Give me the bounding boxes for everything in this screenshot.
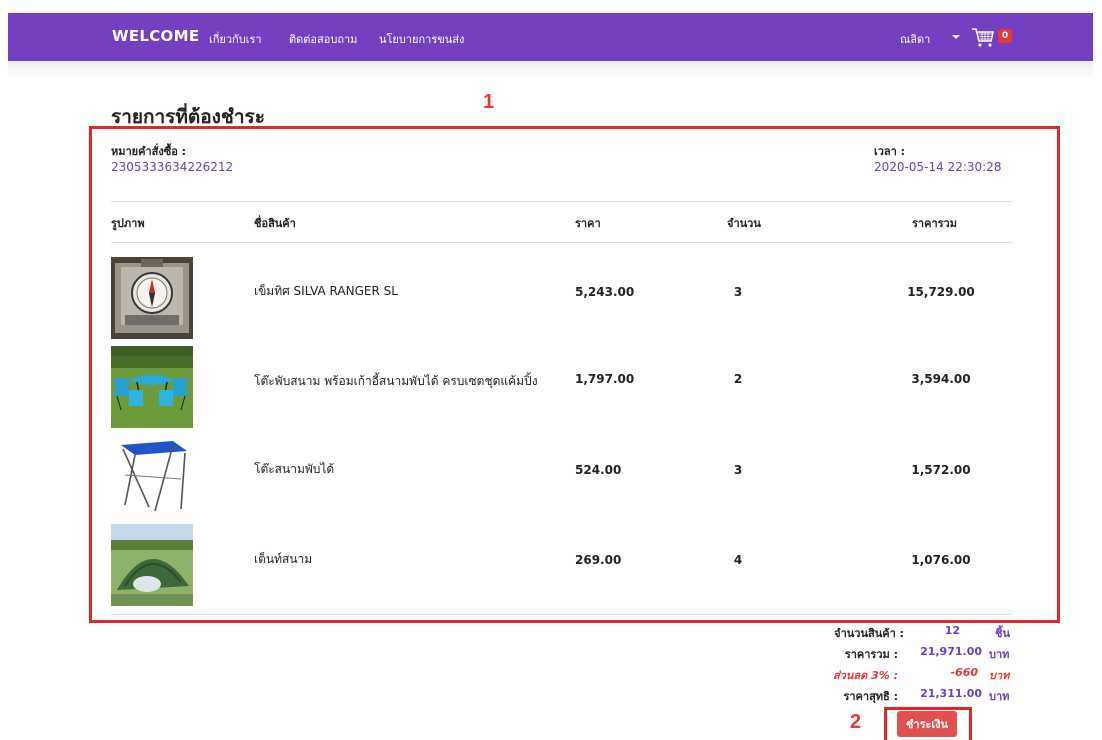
order-time-value: 2020-05-14 22:30:28 xyxy=(874,160,1002,174)
pay-button[interactable]: ชำระเงิน xyxy=(897,711,957,737)
column-header-price: ราคา xyxy=(575,217,601,230)
product-name: เต็นท์สนาม xyxy=(254,552,313,566)
column-header-product-name: ชื่อสินค้า xyxy=(254,217,296,230)
product-total: 15,729.00 xyxy=(907,285,975,299)
product-price: 5,243.00 xyxy=(575,285,635,299)
product-price: 524.00 xyxy=(575,463,622,477)
annotation-label-1: 1 xyxy=(483,91,495,113)
subtotal-value: 21,971.00 xyxy=(920,645,982,658)
divider xyxy=(111,242,1012,243)
order-number-label: หมายคำสั่งซื้อ : xyxy=(111,145,187,158)
product-total: 3,594.00 xyxy=(911,372,971,386)
product-name: เข็มทิศ SILVA RANGER SL xyxy=(254,284,398,298)
navbar-shadow xyxy=(8,61,1093,79)
discount-unit: บาท xyxy=(989,669,1010,682)
chevron-down-icon[interactable] xyxy=(952,35,960,39)
top-navbar: WELCOME เกี่ยวกับเรา ติดต่อสอบถาม นโยบาย… xyxy=(8,13,1093,61)
product-name: โต๊ะพับสนาม พร้อมเก้าอี้สนามพับได้ ครบเซ… xyxy=(254,374,538,388)
product-total: 1,076.00 xyxy=(911,553,971,567)
divider xyxy=(111,201,1012,202)
table-row: โต๊ะพับสนาม พร้อมเก้าอี้สนามพับได้ ครบเซ… xyxy=(111,346,1012,428)
item-count-label: จำนวนสินค้า : xyxy=(834,627,904,640)
user-menu[interactable]: ณลิดา xyxy=(900,30,930,48)
table-row: เข็มทิศ SILVA RANGER SL 5,243.00 3 15,72… xyxy=(111,257,1012,339)
cart-count-badge: 0 xyxy=(998,29,1012,43)
net-total-label: ราคาสุทธิ : xyxy=(843,690,898,703)
net-total-value: 21,311.00 xyxy=(920,687,982,700)
column-header-total: ราคารวม xyxy=(912,217,957,230)
product-quantity: 4 xyxy=(733,553,743,567)
nav-link-contact[interactable]: ติดต่อสอบถาม xyxy=(289,30,357,48)
subtotal-label: ราคารวม : xyxy=(844,648,898,661)
cart-icon[interactable] xyxy=(970,26,996,48)
divider xyxy=(111,614,1012,615)
annotation-label-2: 2 xyxy=(850,711,862,733)
net-total-unit: บาท xyxy=(989,690,1010,703)
discount-value: -660 xyxy=(950,666,978,679)
product-quantity: 3 xyxy=(733,285,743,299)
product-image-compass[interactable] xyxy=(111,257,193,339)
item-count-unit: ชิ้น xyxy=(995,627,1010,640)
order-time-label: เวลา : xyxy=(874,145,906,158)
product-price: 269.00 xyxy=(575,553,622,567)
product-total: 1,572.00 xyxy=(911,463,971,477)
column-header-image: รูปภาพ xyxy=(111,217,145,230)
table-row: โต๊ะสนามพับได้ 524.00 3 1,572.00 xyxy=(111,435,1012,517)
product-quantity: 2 xyxy=(733,372,743,386)
product-price: 1,797.00 xyxy=(575,372,635,386)
product-image-tent[interactable] xyxy=(111,524,193,606)
brand-logo[interactable]: WELCOME xyxy=(112,27,199,45)
order-number-value: 2305333634226212 xyxy=(111,160,234,174)
product-image-table-chairs[interactable] xyxy=(111,346,193,428)
column-header-quantity: จำนวน xyxy=(727,217,761,230)
discount-label: ส่วนลด 3% : xyxy=(832,669,898,682)
product-quantity: 3 xyxy=(733,463,743,477)
item-count-value: 12 xyxy=(944,624,960,637)
product-name: โต๊ะสนามพับได้ xyxy=(254,462,335,476)
product-image-folding-table[interactable] xyxy=(111,435,193,517)
nav-link-shipping-policy[interactable]: นโยบายการขนส่ง xyxy=(379,30,464,48)
table-row: เต็นท์สนาม 269.00 4 1,076.00 xyxy=(111,524,1012,606)
nav-link-about[interactable]: เกี่ยวกับเรา xyxy=(209,30,262,48)
subtotal-unit: บาท xyxy=(989,648,1010,661)
